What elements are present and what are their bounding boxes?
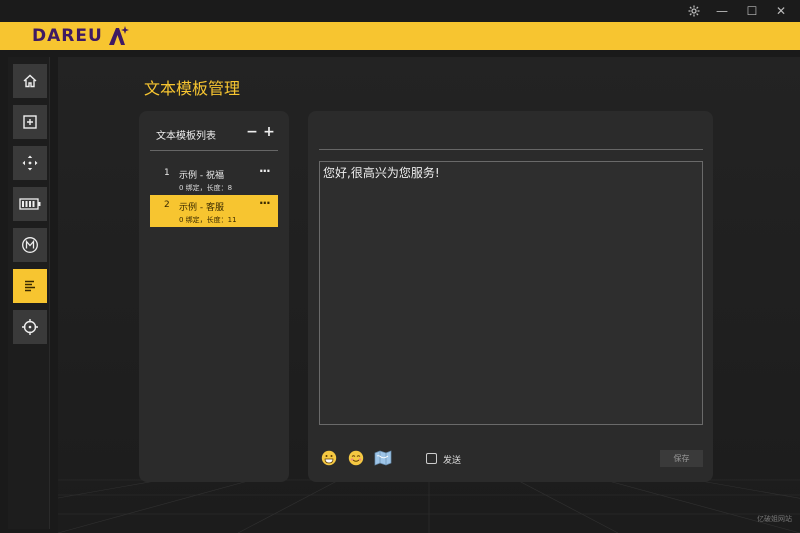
battery-icon (19, 198, 41, 210)
template-info: 0 绑定，长度：11 (179, 216, 237, 224)
text-lines-icon (25, 280, 35, 292)
editor-divider (319, 149, 703, 150)
save-button[interactable]: 保存 (660, 450, 703, 467)
page-title: 文本模板管理 (144, 79, 241, 98)
close-button[interactable]: ✕ (770, 2, 792, 20)
sidebar-item-text-templates[interactable] (13, 269, 47, 303)
brand-logo: DAREU (32, 26, 103, 46)
remove-template-button[interactable]: − (245, 124, 259, 140)
brand-logo-mark-icon (109, 26, 129, 45)
sidebar-item-add[interactable] (13, 105, 47, 139)
title-bar: — ☐ ✕ (0, 0, 800, 22)
sidebar-item-battery[interactable] (13, 187, 47, 221)
template-number: 1 (164, 168, 170, 178)
smirk-emoji-icon[interactable] (348, 450, 364, 466)
sidebar-item-crosshair[interactable] (13, 310, 47, 344)
template-title: 示例 - 祝福 (179, 171, 224, 181)
sidebar-item-home[interactable] (13, 64, 47, 98)
add-template-button[interactable]: + (262, 124, 276, 140)
move-arrows-icon (22, 155, 38, 171)
sidebar-item-move[interactable] (13, 146, 47, 180)
template-info: 0 绑定，长度：8 (179, 184, 233, 192)
template-title: 示例 - 客服 (179, 203, 224, 213)
more-options-icon[interactable]: ··· (259, 164, 271, 178)
template-list-item[interactable]: 1 示例 - 祝福 0 绑定，长度：8 ··· (150, 163, 278, 195)
crosshair-icon (22, 319, 38, 335)
macro-m-icon (22, 237, 38, 253)
template-list-item[interactable]: 2 示例 - 客服 0 绑定，长度：11 ··· (150, 195, 278, 227)
template-content-editor[interactable] (319, 161, 703, 425)
settings-gear-icon[interactable] (683, 2, 705, 20)
list-divider (150, 150, 278, 151)
sidebar-item-macro[interactable] (13, 228, 47, 262)
watermark-text: 亿破姐网站 (757, 515, 792, 523)
plus-square-icon (23, 115, 37, 129)
send-checkbox[interactable] (426, 453, 437, 464)
minimize-button[interactable]: — (711, 2, 733, 20)
sidebar (8, 57, 50, 529)
maximize-button[interactable]: ☐ (741, 2, 763, 20)
template-list-header: 文本模板列表 (156, 131, 216, 142)
send-label: 发送 (443, 456, 462, 466)
map-emoji-icon[interactable] (374, 450, 392, 466)
grin-emoji-icon[interactable] (321, 450, 337, 466)
home-icon (23, 74, 37, 88)
template-number: 2 (164, 200, 170, 210)
more-options-icon[interactable]: ··· (259, 196, 271, 210)
